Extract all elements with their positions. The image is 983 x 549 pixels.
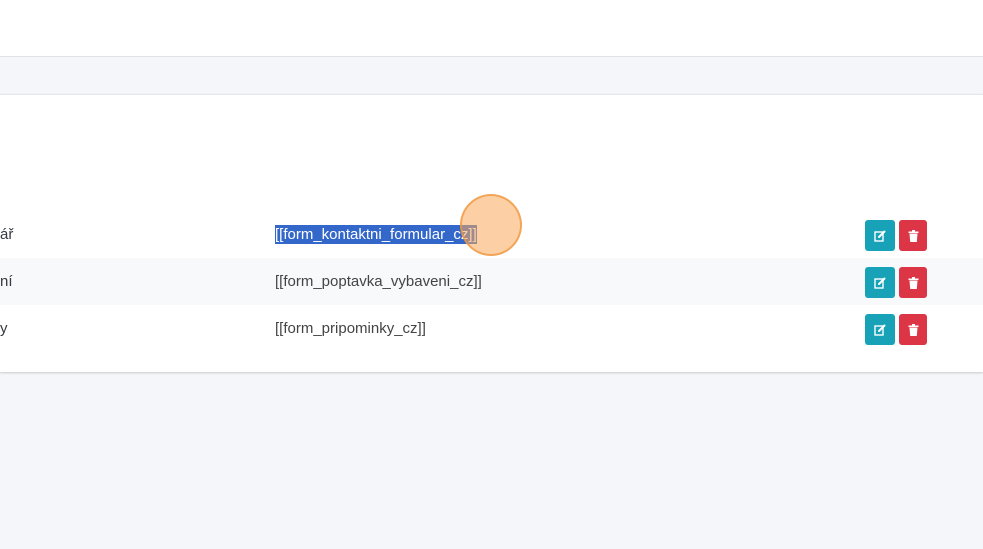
trash-icon: [908, 276, 918, 289]
trash-icon: [908, 229, 918, 242]
form-name-cell: ní: [0, 273, 13, 290]
edit-icon: [874, 277, 886, 289]
table-row: ní [[form_poptavka_vybaveni_cz]]: [0, 258, 983, 305]
form-code-cell[interactable]: [[form_poptavka_vybaveni_cz]]: [275, 258, 482, 305]
delete-button[interactable]: [899, 267, 927, 298]
form-code-text[interactable]: [[form_pripominky_cz]]: [275, 319, 426, 338]
form-code-cell[interactable]: [[form_pripominky_cz]]: [275, 305, 426, 352]
content-header: [0, 57, 983, 94]
table-row: y [[form_pripominky_cz]]: [0, 305, 983, 352]
edit-button[interactable]: [865, 220, 895, 251]
form-code-cell[interactable]: [[form_kontaktni_formular_cz]]: [275, 211, 477, 258]
edit-icon: [874, 324, 886, 336]
forms-table-card: ář [[form_kontaktni_formular_cz]] ní [[f…: [0, 94, 983, 372]
table-row: ář [[form_kontaktni_formular_cz]]: [0, 211, 983, 258]
form-name-cell: ář: [0, 226, 14, 243]
form-code-text[interactable]: [[form_kontaktni_formular_cz]]: [275, 225, 477, 244]
top-navbar: [0, 0, 983, 57]
edit-icon: [874, 230, 886, 242]
form-code-text[interactable]: [[form_poptavka_vybaveni_cz]]: [275, 272, 482, 291]
edit-button[interactable]: [865, 314, 895, 345]
trash-icon: [908, 323, 918, 336]
delete-button[interactable]: [899, 220, 927, 251]
delete-button[interactable]: [899, 314, 927, 345]
edit-button[interactable]: [865, 267, 895, 298]
form-name-cell: y: [0, 320, 8, 337]
